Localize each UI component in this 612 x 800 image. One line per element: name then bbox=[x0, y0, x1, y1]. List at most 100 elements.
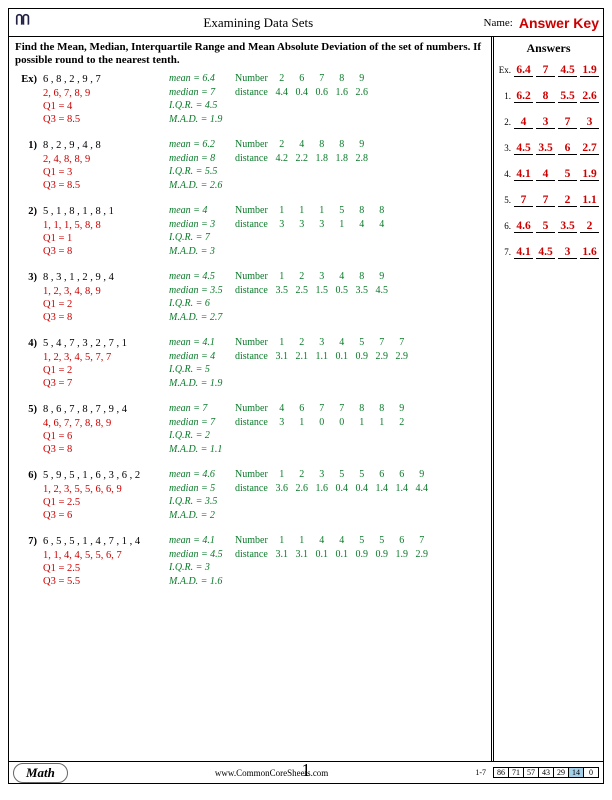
sorted-numbers: 1, 2, 3, 4, 8, 9 bbox=[43, 285, 163, 298]
problem-body: 8 , 6 , 7 , 8 , 7 , 9 , 44, 6, 7, 7, 8, … bbox=[43, 403, 163, 457]
mean-label: mean = 4.1 bbox=[169, 337, 231, 350]
number-label: Number bbox=[235, 403, 268, 416]
mad-label: M.A.D. = 1.9 bbox=[169, 114, 231, 127]
mad-label: M.A.D. = 2 bbox=[169, 510, 231, 523]
median-label: median = 3 bbox=[169, 219, 231, 232]
answer-number: 2. bbox=[498, 117, 511, 127]
work-area: mean = 6.2Number24889median = 8distance4… bbox=[169, 139, 485, 193]
answer-number: 6. bbox=[498, 221, 511, 231]
mean-label: mean = 4.6 bbox=[169, 469, 231, 482]
distance-label: distance bbox=[235, 549, 268, 562]
header: Examining Data Sets Name: Answer Key bbox=[9, 9, 603, 37]
answer-value: 1.9 bbox=[580, 168, 599, 181]
answer-value: 3 bbox=[580, 116, 599, 129]
problem: 4)5 , 4 , 7 , 3 , 2 , 7 , 11, 2, 3, 4, 5… bbox=[15, 337, 485, 391]
iqr-label: I.Q.R. = 3.5 bbox=[169, 496, 231, 509]
mad-label: M.A.D. = 1.6 bbox=[169, 576, 231, 589]
answer-number: 1. bbox=[498, 91, 511, 101]
answer-row: 7.4.14.531.6 bbox=[498, 246, 599, 259]
q1: Q1 = 2 bbox=[43, 298, 163, 311]
answer-value: 3.5 bbox=[536, 142, 555, 155]
problem-body: 6 , 5 , 5 , 1 , 4 , 7 , 1 , 41, 1, 4, 4,… bbox=[43, 535, 163, 589]
distance-label: distance bbox=[235, 153, 268, 166]
iqr-label: I.Q.R. = 5 bbox=[169, 364, 231, 377]
sorted-numbers: 1, 2, 3, 4, 5, 7, 7 bbox=[43, 351, 163, 364]
answer-value: 2.7 bbox=[580, 142, 599, 155]
q1: Q1 = 2.5 bbox=[43, 562, 163, 575]
answer-value: 5 bbox=[558, 168, 577, 181]
answer-value: 2.6 bbox=[580, 90, 599, 103]
answer-number: Ex. bbox=[498, 65, 511, 75]
median-label: median = 3.5 bbox=[169, 285, 231, 298]
mad-label: M.A.D. = 1.1 bbox=[169, 444, 231, 457]
mad-label: M.A.D. = 2.7 bbox=[169, 312, 231, 325]
distance-list: 333144 bbox=[272, 219, 392, 232]
answer-row: Ex.6.474.51.9 bbox=[498, 64, 599, 77]
q1: Q1 = 6 bbox=[43, 430, 163, 443]
median-label: median = 4 bbox=[169, 351, 231, 364]
work-area: mean = 4.6Number12355669median = 5distan… bbox=[169, 469, 485, 523]
answer-key-label: Answer Key bbox=[519, 15, 599, 31]
score-cell: 29 bbox=[553, 767, 569, 778]
distance-list: 3.62.61.60.40.41.41.44.4 bbox=[272, 483, 432, 496]
problem-number: 4) bbox=[15, 337, 37, 391]
score-cell: 43 bbox=[538, 767, 554, 778]
worksheet-page: Examining Data Sets Name: Answer Key Fin… bbox=[8, 8, 604, 784]
q3: Q3 = 8 bbox=[43, 311, 163, 324]
answer-value: 6 bbox=[558, 142, 577, 155]
q3: Q3 = 6 bbox=[43, 509, 163, 522]
distance-label: distance bbox=[235, 219, 268, 232]
given-numbers: 6 , 8 , 2 , 9 , 7 bbox=[43, 73, 163, 86]
number-label: Number bbox=[235, 205, 268, 218]
distance-list: 3100112 bbox=[272, 417, 412, 430]
median-label: median = 7 bbox=[169, 417, 231, 430]
q1: Q1 = 1 bbox=[43, 232, 163, 245]
answer-value: 5 bbox=[536, 220, 555, 233]
work-area: mean = 4.5Number123489median = 3.5distan… bbox=[169, 271, 485, 325]
given-numbers: 5 , 1 , 8 , 1 , 8 , 1 bbox=[43, 205, 163, 218]
number-list: 11445567 bbox=[272, 535, 432, 548]
mean-label: mean = 4.5 bbox=[169, 271, 231, 284]
answer-value: 1.1 bbox=[580, 194, 599, 207]
sorted-numbers: 1, 1, 1, 5, 8, 8 bbox=[43, 219, 163, 232]
q1: Q1 = 4 bbox=[43, 100, 163, 113]
work-area: mean = 7Number4677889median = 7distance3… bbox=[169, 403, 485, 457]
answers-column: Answers Ex.6.474.51.91.6.285.52.62.43733… bbox=[491, 37, 603, 761]
footer-url: www.CommonCoreSheets.com bbox=[74, 768, 469, 778]
answer-value: 3 bbox=[558, 246, 577, 259]
answer-value: 2 bbox=[580, 220, 599, 233]
body: Find the Mean, Median, Interquartile Ran… bbox=[9, 37, 603, 761]
score-cell: 71 bbox=[508, 767, 524, 778]
main-column: Find the Mean, Median, Interquartile Ran… bbox=[9, 37, 491, 761]
iqr-label: I.Q.R. = 5.5 bbox=[169, 166, 231, 179]
answer-value: 7 bbox=[558, 116, 577, 129]
problem: Ex)6 , 8 , 2 , 9 , 72, 6, 7, 8, 9Q1 = 4Q… bbox=[15, 73, 485, 127]
distance-list: 3.13.10.10.10.90.91.92.9 bbox=[272, 549, 432, 562]
number-label: Number bbox=[235, 139, 268, 152]
answer-number: 4. bbox=[498, 169, 511, 179]
distance-label: distance bbox=[235, 483, 268, 496]
number-label: Number bbox=[235, 469, 268, 482]
name-label: Name: bbox=[484, 17, 513, 29]
answer-value: 4 bbox=[536, 168, 555, 181]
sorted-numbers: 4, 6, 7, 7, 8, 8, 9 bbox=[43, 417, 163, 430]
problem: 1)8 , 2 , 9 , 4 , 82, 4, 8, 8, 9Q1 = 3Q3… bbox=[15, 139, 485, 193]
problem-number: 3) bbox=[15, 271, 37, 325]
number-list: 12355669 bbox=[272, 469, 432, 482]
answer-value: 4.1 bbox=[514, 246, 533, 259]
answer-number: 5. bbox=[498, 195, 511, 205]
problem-body: 5 , 1 , 8 , 1 , 8 , 11, 1, 1, 5, 8, 8Q1 … bbox=[43, 205, 163, 259]
given-numbers: 8 , 3 , 1 , 2 , 9 , 4 bbox=[43, 271, 163, 284]
distance-label: distance bbox=[235, 87, 268, 100]
clip-icon bbox=[13, 13, 33, 33]
q3: Q3 = 5.5 bbox=[43, 575, 163, 588]
q1: Q1 = 3 bbox=[43, 166, 163, 179]
answer-value: 4.5 bbox=[514, 142, 533, 155]
median-label: median = 8 bbox=[169, 153, 231, 166]
problem-body: 8 , 3 , 1 , 2 , 9 , 41, 2, 3, 4, 8, 9Q1 … bbox=[43, 271, 163, 325]
q3: Q3 = 8 bbox=[43, 443, 163, 456]
problem-number: 6) bbox=[15, 469, 37, 523]
answer-row: 5.7721.1 bbox=[498, 194, 599, 207]
answers-list: Ex.6.474.51.91.6.285.52.62.43733.4.53.56… bbox=[498, 64, 599, 259]
problem: 2)5 , 1 , 8 , 1 , 8 , 11, 1, 1, 5, 8, 8Q… bbox=[15, 205, 485, 259]
